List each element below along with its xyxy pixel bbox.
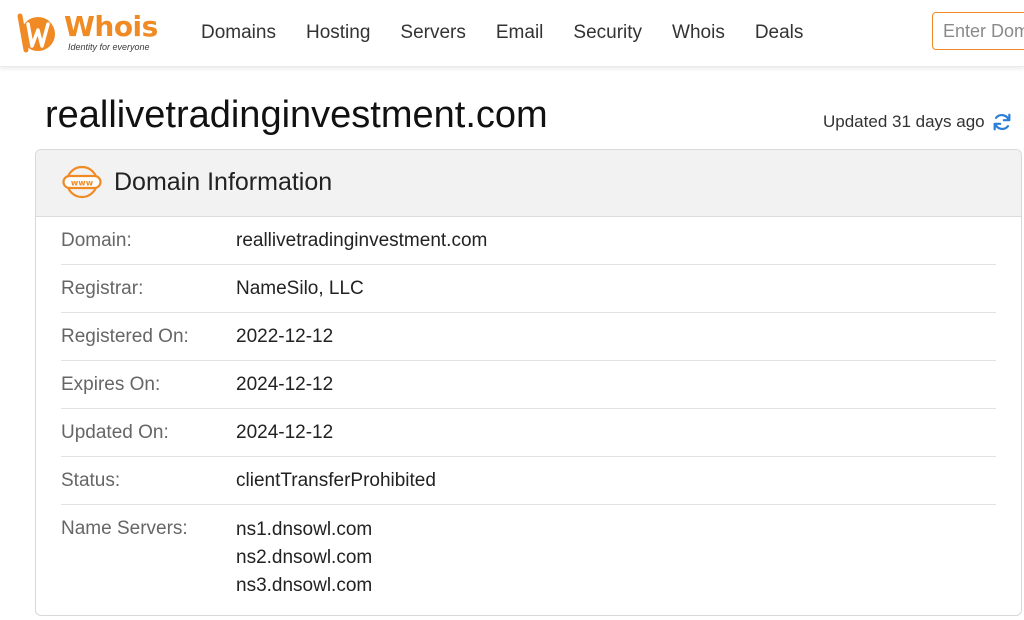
row-value: clientTransferProhibited bbox=[236, 470, 436, 491]
www-icon: www bbox=[62, 165, 102, 199]
row-label: Registrar: bbox=[61, 278, 144, 299]
card-header: www Domain Information bbox=[36, 150, 1021, 217]
whois-logo[interactable]: Whois Identity for everyone bbox=[14, 8, 170, 58]
svg-text:www: www bbox=[71, 179, 94, 188]
nav-item-deals[interactable]: Deals bbox=[755, 0, 804, 66]
row-label: Updated On: bbox=[61, 422, 169, 443]
page-title: reallivetradinginvestment.com bbox=[45, 94, 548, 136]
row-value: 2024-12-12 bbox=[236, 422, 334, 443]
row-label: Domain: bbox=[61, 230, 132, 251]
nav-item-whois[interactable]: Whois bbox=[672, 0, 725, 66]
row-label: Name Servers: bbox=[61, 518, 188, 539]
row-value: reallivetradinginvestment.com bbox=[236, 230, 488, 251]
row-value: NameSilo, LLC bbox=[236, 278, 364, 299]
info-row-expires-on: Expires On: 2024-12-12 bbox=[61, 361, 996, 409]
nav-item-security[interactable]: Security bbox=[573, 0, 642, 66]
updated-text: Updated 31 days ago bbox=[823, 112, 985, 131]
info-row-registrar: Registrar: NameSilo, LLC bbox=[61, 265, 996, 313]
row-label: Expires On: bbox=[61, 374, 161, 395]
name-server-item: ns1.dnsowl.com bbox=[236, 519, 373, 540]
info-row-status: Status: clientTransferProhibited bbox=[61, 457, 996, 505]
domain-info-table: Domain: reallivetradinginvestment.com Re… bbox=[36, 217, 1021, 600]
whois-logo-icon bbox=[17, 13, 55, 53]
row-value: 2024-12-12 bbox=[236, 374, 334, 395]
main-nav: Domains Hosting Servers Email Security W… bbox=[201, 0, 833, 66]
refresh-icon[interactable] bbox=[991, 111, 1013, 133]
row-label: Registered On: bbox=[61, 326, 189, 347]
name-server-item: ns3.dnsowl.com bbox=[236, 575, 373, 596]
card-title: Domain Information bbox=[114, 168, 333, 196]
domain-information-card: www Domain Information Domain: reallivet… bbox=[35, 149, 1022, 616]
nav-item-email[interactable]: Email bbox=[496, 0, 544, 66]
site-header: Whois Identity for everyone Domains Host… bbox=[0, 0, 1024, 67]
info-row-name-servers: Name Servers: ns1.dnsowl.com ns2.dnsowl.… bbox=[61, 505, 996, 600]
nav-item-servers[interactable]: Servers bbox=[400, 0, 465, 66]
info-row-updated-on: Updated On: 2024-12-12 bbox=[61, 409, 996, 457]
row-value: 2022-12-12 bbox=[236, 326, 334, 347]
nav-item-domains[interactable]: Domains bbox=[201, 0, 276, 66]
name-server-item: ns2.dnsowl.com bbox=[236, 547, 373, 568]
info-row-domain: Domain: reallivetradinginvestment.com bbox=[61, 217, 996, 265]
nav-item-hosting[interactable]: Hosting bbox=[306, 0, 370, 66]
info-row-registered-on: Registered On: 2022-12-12 bbox=[61, 313, 996, 361]
name-server-list: ns1.dnsowl.com ns2.dnsowl.com ns3.dnsowl… bbox=[236, 505, 372, 600]
updated-status: Updated 31 days ago bbox=[823, 110, 1013, 134]
domain-search-input[interactable] bbox=[932, 12, 1024, 50]
logo-wordmark: Whois bbox=[64, 10, 158, 43]
logo-tagline: Identity for everyone bbox=[68, 42, 150, 52]
row-label: Status: bbox=[61, 470, 121, 491]
